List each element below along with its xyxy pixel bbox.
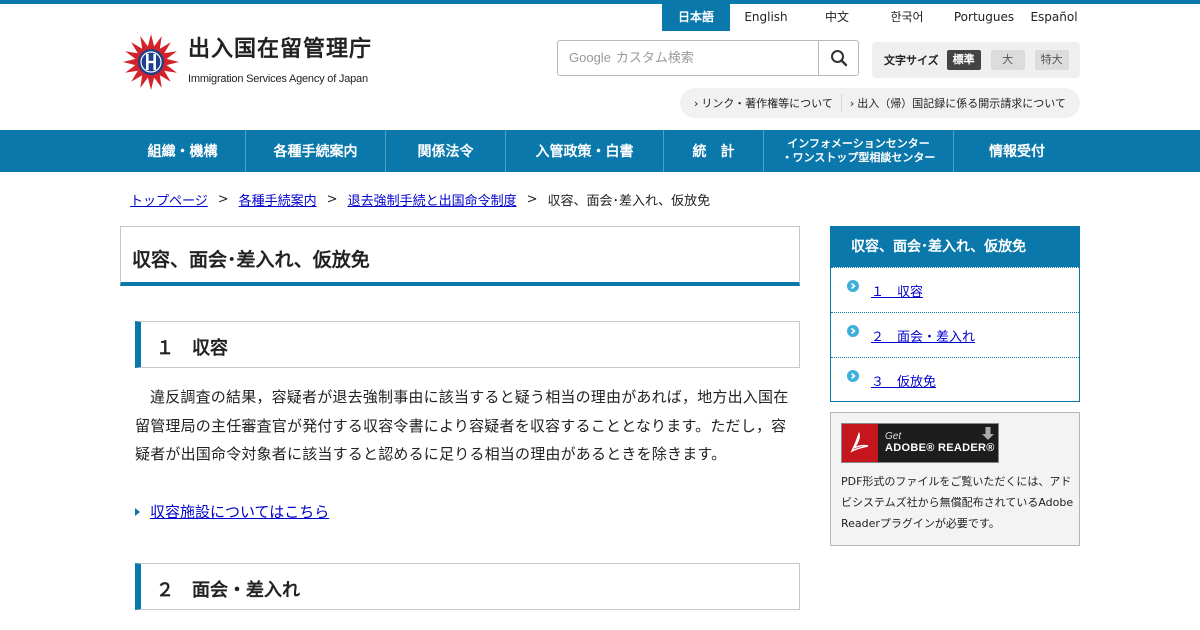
agency-emblem-icon	[123, 34, 179, 90]
search-input[interactable]	[610, 41, 818, 75]
breadcrumb-home[interactable]: トップページ	[130, 190, 208, 209]
chevron-right-circle-icon	[847, 280, 859, 292]
chevron-right-circle-icon	[847, 325, 859, 337]
gnav-info-line2: ・ワンストップ型相談センター	[781, 151, 936, 164]
download-arrow-icon	[982, 427, 994, 440]
lang-english[interactable]: English	[730, 4, 802, 31]
gnav-info-line1: インフォメーションセンター	[787, 137, 930, 150]
gnav-policy[interactable]: 入管政策・白書	[505, 130, 663, 172]
site-logo[interactable]: 出入国在留管理庁 Immigration Services Agency of …	[122, 33, 372, 91]
lang-spanish[interactable]: Español	[1026, 4, 1082, 31]
lang-chinese[interactable]: 中文	[802, 4, 872, 31]
utility-divider	[840, 94, 842, 112]
breadcrumb-separator: >	[217, 192, 229, 207]
section-heading-visits: ２ 面会・差入れ	[135, 563, 800, 610]
search-button[interactable]	[818, 41, 858, 75]
sidebar-title: 収容、面会･差入れ、仮放免	[831, 227, 1079, 267]
site-search: Google	[557, 40, 859, 76]
gnav-organization[interactable]: 組織・機構	[120, 130, 245, 172]
lang-japanese[interactable]: 日本語	[662, 4, 730, 31]
google-brand-label: Google	[569, 50, 611, 65]
section-heading-detention: １ 収容	[135, 321, 800, 368]
breadcrumb-separator: >	[326, 192, 338, 207]
adobe-logo-icon	[842, 424, 878, 462]
sidebar-item-provisional-release[interactable]: ３ 仮放免	[831, 357, 1079, 402]
adobe-reader-note: PDF形式のファイルをご覧いただくには、アドビシステムズ社から無償配布されている…	[841, 475, 1074, 530]
breadcrumb-deportation[interactable]: 退去強制手続と出国命令制度	[348, 190, 517, 209]
font-size-xlarge-button[interactable]: 特大	[1034, 50, 1069, 70]
gnav-information-center[interactable]: インフォメーションセンター ・ワンストップ型相談センター	[763, 130, 953, 172]
agency-name-ja: 出入国在留管理庁	[188, 37, 373, 62]
adobe-reader-text: ADOBE® READER®	[885, 442, 995, 454]
language-switcher: 日本語 English 中文 한국어 Portugues Español	[662, 4, 1082, 31]
gnav-statistics[interactable]: 統 計	[663, 130, 763, 172]
gnav-procedures[interactable]: 各種手続案内	[245, 130, 385, 172]
global-nav: 組織・機構 各種手続案内 関係法令 入管政策・白書 統 計 インフォメーションセ…	[0, 130, 1200, 172]
sidebar-nav: 収容、面会･差入れ、仮放免 １ 収容 ２ 面会・差入れ ３ 仮放免	[830, 226, 1080, 402]
sidebar-item-detention[interactable]: １ 収容	[831, 267, 1079, 312]
lang-portuguese[interactable]: Portugues	[942, 4, 1026, 31]
adobe-get-text: Get	[885, 431, 902, 442]
agency-name-en: Immigration Services Agency of Japan	[188, 73, 368, 85]
gnav-laws[interactable]: 関係法令	[385, 130, 505, 172]
section-heading-text: １ 収容	[156, 338, 228, 359]
link-arrow-icon	[135, 507, 140, 516]
link-disclosure-request[interactable]: 出入（帰）国記録に係る開示請求について	[850, 95, 1066, 111]
sidebar-item-label[interactable]: １ 収容	[871, 281, 923, 300]
gnav-reports[interactable]: 情報受付	[953, 130, 1080, 172]
lang-korean[interactable]: 한국어	[872, 4, 942, 31]
detention-facility-link[interactable]: 収容施設についてはこちら	[150, 501, 329, 522]
adobe-reader-box: Get ADOBE® READER® PDF形式のファイルをご覧いただくには、ア…	[830, 412, 1080, 546]
page-title: 収容、面会･差入れ、仮放免	[132, 249, 370, 271]
chevron-right-circle-icon	[847, 370, 859, 382]
page-title-box: 収容、面会･差入れ、仮放免	[120, 226, 800, 286]
breadcrumb-separator: >	[526, 192, 538, 207]
sidebar-item-label[interactable]: ２ 面会・差入れ	[871, 326, 975, 345]
breadcrumb-procedures[interactable]: 各種手続案内	[239, 190, 317, 209]
get-adobe-reader-button[interactable]: Get ADOBE® READER®	[841, 423, 999, 463]
section-heading-text: ２ 面会・差入れ	[156, 580, 300, 601]
detention-body-text: 違反調査の結果，容疑者が退去強制事由に該当すると疑う相当の理由があれば，地方出入…	[135, 388, 789, 463]
breadcrumb: トップページ > 各種手続案内 > 退去強制手続と出国命令制度 > 収容、面会･…	[130, 190, 710, 209]
utility-links: リンク・著作権等について 出入（帰）国記録に係る開示請求について	[680, 88, 1080, 118]
font-size-label: 文字サイズ	[884, 54, 939, 67]
font-size-large-button[interactable]: 大	[990, 50, 1025, 70]
search-icon	[830, 50, 847, 67]
breadcrumb-current: 収容、面会･差入れ、仮放免	[547, 194, 711, 209]
link-copyright[interactable]: リンク・著作権等について	[694, 95, 832, 111]
sidebar-item-visits[interactable]: ２ 面会・差入れ	[831, 312, 1079, 357]
font-size-switcher: 文字サイズ 標準 大 特大	[872, 42, 1080, 78]
facility-link-row: 収容施設についてはこちら	[135, 501, 329, 522]
font-size-standard-button[interactable]: 標準	[946, 50, 981, 70]
sidebar-item-label[interactable]: ３ 仮放免	[871, 371, 936, 390]
